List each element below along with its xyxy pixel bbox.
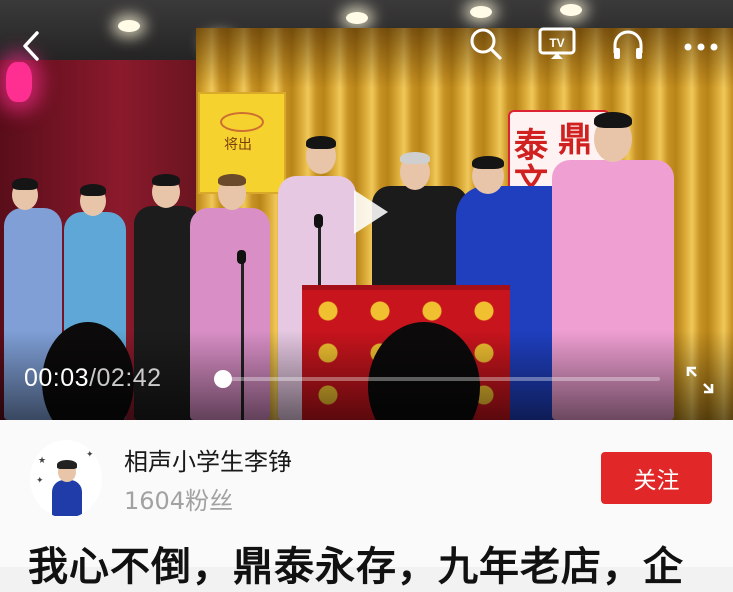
ceiling-light bbox=[118, 20, 140, 32]
avatar-star: ✦ bbox=[36, 476, 44, 486]
ceiling-light bbox=[470, 6, 492, 18]
play-icon[interactable] bbox=[354, 190, 388, 234]
svg-text:TV: TV bbox=[549, 36, 564, 50]
tv-cast-icon[interactable]: TV bbox=[537, 26, 577, 66]
channel-name[interactable]: 相声小学生李铮 bbox=[124, 442, 292, 477]
banner-left-text: 将出 bbox=[224, 137, 252, 153]
fullscreen-icon[interactable] bbox=[684, 364, 716, 396]
curtain-shade bbox=[196, 28, 733, 88]
time-separator: / bbox=[89, 364, 97, 392]
playback-time: 00:03/02:42 bbox=[24, 364, 162, 393]
ceiling-light bbox=[560, 4, 582, 16]
avatar-figure bbox=[52, 480, 82, 516]
progress-bar[interactable] bbox=[214, 370, 660, 388]
pink-stage-light bbox=[6, 62, 32, 102]
fan-count: 1604粉丝 bbox=[124, 487, 234, 515]
avatar-star: ✦ bbox=[86, 450, 94, 460]
video-player[interactable]: 将出 泰 鼎 文 秀 bbox=[0, 0, 733, 420]
banner-seal bbox=[220, 112, 264, 132]
microphone bbox=[314, 214, 323, 228]
ceiling-light bbox=[346, 12, 368, 24]
avatar-hair bbox=[57, 460, 77, 469]
microphone bbox=[237, 250, 246, 264]
avatar-star: ★ bbox=[38, 456, 47, 466]
search-icon[interactable] bbox=[468, 26, 504, 66]
follow-button[interactable]: 关注 bbox=[601, 452, 712, 504]
current-time: 00:03 bbox=[24, 364, 90, 392]
total-time: 02:42 bbox=[96, 364, 162, 392]
headphones-icon[interactable] bbox=[610, 26, 646, 66]
post-title: 我心不倒，鼎泰永存，九年老店，企 bbox=[28, 544, 684, 590]
avatar[interactable]: ★ ✦ ✦ bbox=[30, 440, 102, 518]
more-icon[interactable] bbox=[683, 38, 719, 57]
back-icon[interactable] bbox=[20, 30, 42, 66]
